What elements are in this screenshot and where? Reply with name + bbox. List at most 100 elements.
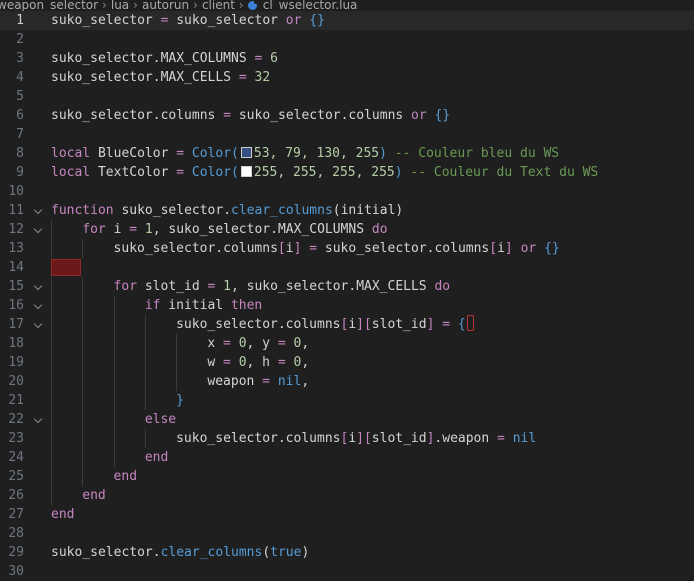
breadcrumb-item[interactable]: autorun (142, 0, 189, 11)
fold-chevron-icon[interactable] (32, 220, 44, 239)
code-token: suko_selector (51, 13, 153, 28)
indent-guide (144, 391, 146, 410)
code-token: TextColor (90, 165, 169, 180)
indent-guide (113, 372, 115, 391)
code-token: suko_selector.columns (324, 241, 490, 256)
code-line[interactable]: 6 suko_selector.columns = suko_selector.c… (0, 106, 694, 125)
code-token: } (176, 393, 184, 408)
code-line[interactable]: 17 suko_selector.columns[i][slot_id] = { (0, 315, 694, 334)
code-line[interactable]: 26 end (0, 486, 694, 505)
fold-chevron-icon[interactable] (32, 410, 44, 429)
error-highlight (51, 259, 81, 276)
code-token: ][ (356, 317, 372, 332)
line-number: 9 (16, 165, 24, 180)
code-token: if (144, 298, 161, 313)
line-number: 3 (16, 51, 24, 66)
code-line[interactable]: 1 suko_selector = suko_selector or {} (0, 11, 694, 30)
code-token: , (301, 336, 310, 351)
breadcrumb-item[interactable]: weapon_selector (0, 0, 98, 11)
code-line[interactable]: 19 w = 0, h = 0, (0, 353, 694, 372)
line-number: 29 (8, 545, 24, 560)
code-line[interactable]: 3 suko_selector.MAX_COLUMNS = 6 (0, 49, 694, 68)
code-line[interactable]: 18 x = 0, y = 0, (0, 334, 694, 353)
line-number: 17 (8, 317, 24, 332)
code-token: 53, 79, 130, 255 (253, 146, 380, 161)
code-token: suko_selector (176, 13, 278, 28)
code-token: {} (309, 13, 325, 28)
code-token: = (246, 51, 271, 66)
indent-guide (82, 277, 84, 296)
code-token: suko_selector.columns (113, 241, 278, 256)
code-line[interactable]: 8 local BlueColor = Color(53, 79, 130, 25… (0, 144, 694, 163)
code-token: 255, 255, 255, 255 (253, 165, 395, 180)
code-token: = (254, 374, 278, 389)
code-line[interactable]: 24 end (0, 448, 694, 467)
code-token: weapon (207, 374, 255, 389)
breadcrumb-item[interactable]: client (202, 0, 235, 11)
line-number: 10 (8, 184, 24, 199)
code-line[interactable]: 16 if initial then (0, 296, 694, 315)
fold-chevron-icon[interactable] (32, 296, 44, 315)
code-line[interactable]: 21} (0, 391, 694, 410)
breadcrumb: weapon_selector › lua › autorun › client › cl_ws… (0, 0, 694, 11)
code-token: , suko_selector.MAX_COLUMNS (152, 222, 372, 237)
code-line[interactable]: 12 for i = 1, suko_selector.MAX_COLUMNS d… (0, 220, 694, 239)
code-token: nil (277, 374, 302, 389)
chevron-right-icon: › (133, 0, 138, 11)
code-line[interactable]: 13 suko_selector.columns[i] = suko_select… (0, 239, 694, 258)
chevron-right-icon: › (238, 0, 244, 11)
code-token: local (51, 165, 91, 180)
fold-chevron-icon[interactable] (32, 315, 44, 334)
fold-chevron-icon[interactable] (32, 277, 44, 296)
line-number: 23 (8, 431, 24, 446)
code-token: = (489, 431, 513, 446)
code-token: i (348, 317, 357, 332)
code-token: ][ (356, 431, 372, 446)
color-swatch[interactable] (240, 166, 252, 177)
code-token: suko_selector.columns (238, 108, 404, 123)
code-text: for i = 1, suko_selector.MAX_COLUMNS do (82, 220, 387, 239)
code-token: BlueColor (90, 146, 169, 161)
code-line[interactable]: 15 for slot_id = 1, suko_selector.MAX_CEL… (0, 277, 694, 296)
color-swatch[interactable] (240, 147, 252, 158)
breadcrumb-item[interactable]: lua (111, 0, 129, 11)
code-text: for slot_id = 1, suko_selector.MAX_CELLS… (114, 277, 451, 296)
code-line[interactable]: 25 end (0, 467, 694, 486)
code-editor[interactable]: 1 suko_selector = suko_selector or {} 2 3 su… (0, 11, 694, 581)
code-line[interactable]: 4 suko_selector.MAX_CELLS = 32 (0, 68, 694, 87)
code-token: ( (262, 545, 271, 560)
code-line[interactable]: 11 function suko_selector.clear_columns(i… (0, 201, 694, 220)
line-number: 28 (8, 526, 24, 541)
code-line[interactable]: 28 (0, 524, 694, 543)
code-text: w = 0, h = 0, (207, 353, 309, 372)
code-text: suko_selector.MAX_COLUMNS = 6 (51, 49, 278, 68)
code-line[interactable]: 23 suko_selector.columns[i][slot_id].weap… (0, 429, 694, 448)
code-line[interactable]: 9 local TextColor = Color(255, 255, 255, … (0, 163, 694, 182)
code-token: , (301, 355, 310, 370)
code-token: = (121, 222, 145, 237)
code-line[interactable]: 20 weapon = nil, (0, 372, 694, 391)
code-token: nil (512, 431, 537, 446)
code-line[interactable]: 7 (0, 125, 694, 144)
code-token: i (105, 222, 122, 237)
code-token: true (270, 545, 302, 560)
code-token: else (144, 412, 177, 427)
code-token: end (144, 450, 169, 465)
code-line[interactable]: 27 end (0, 505, 694, 524)
fold-chevron-icon[interactable] (32, 201, 44, 220)
code-line[interactable]: 29 suko_selector.clear_columns(true) (0, 543, 694, 562)
code-line[interactable]: 5 (0, 87, 694, 106)
code-line[interactable]: 14 (0, 258, 694, 277)
code-line[interactable]: 2 (0, 30, 694, 49)
code-line[interactable]: 30 (0, 562, 694, 581)
breadcrumb-file[interactable]: cl_wselector.lua (263, 0, 358, 11)
code-token: do (371, 222, 388, 237)
code-token: suko_selector. (51, 545, 161, 560)
indent-guide (144, 334, 146, 353)
code-token: local (51, 146, 91, 161)
code-token: = (434, 317, 458, 332)
code-line[interactable]: 10 (0, 182, 694, 201)
code-token: or (403, 108, 435, 123)
code-token: ) (379, 146, 387, 161)
code-line[interactable]: 22 else (0, 410, 694, 429)
